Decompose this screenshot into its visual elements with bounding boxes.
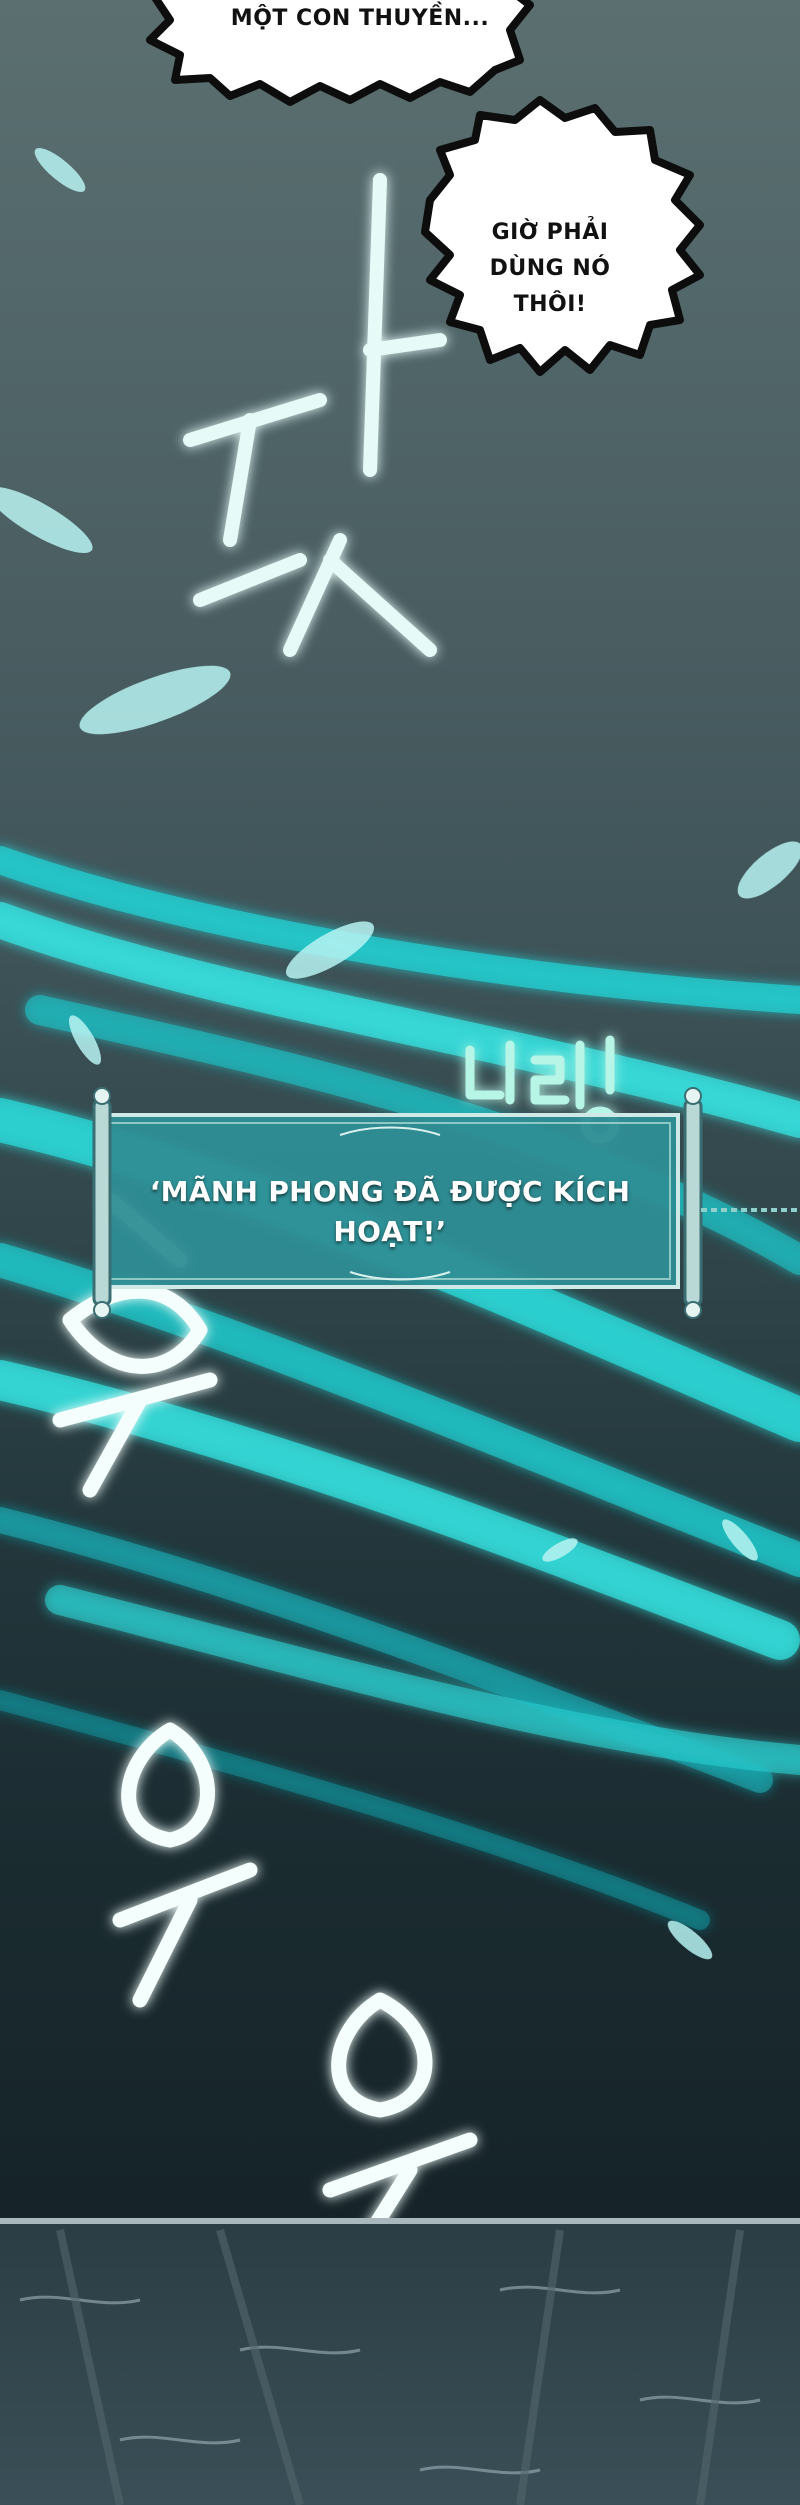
speech-bubble-2-text: GIỜ PHẢI DÙNG NÓ THÔI! (470, 215, 630, 323)
water-panel (0, 2218, 800, 2505)
wind-scene-art (0, 0, 800, 2505)
wind-streaks (0, 846, 800, 1930)
speech-line: THÔI! (513, 292, 587, 317)
speech-line: GIỜ PHẢI (491, 220, 609, 245)
speech-bubble-1-text: MỘT CON THUYỀN... (210, 4, 510, 34)
comic-page: MỘT CON THUYỀN... GIỜ PHẢI DÙNG NÓ THÔI!… (0, 0, 800, 2505)
sfx-tat (183, 173, 447, 657)
speech-line: DÙNG NÓ (489, 256, 611, 281)
speech-line: MỘT CON THUYỀN... (230, 6, 490, 31)
system-banner-text: ‘MÃNH PHONG ĐÃ ĐƯỢC KÍCH HOẠT!’ (149, 1175, 631, 1248)
